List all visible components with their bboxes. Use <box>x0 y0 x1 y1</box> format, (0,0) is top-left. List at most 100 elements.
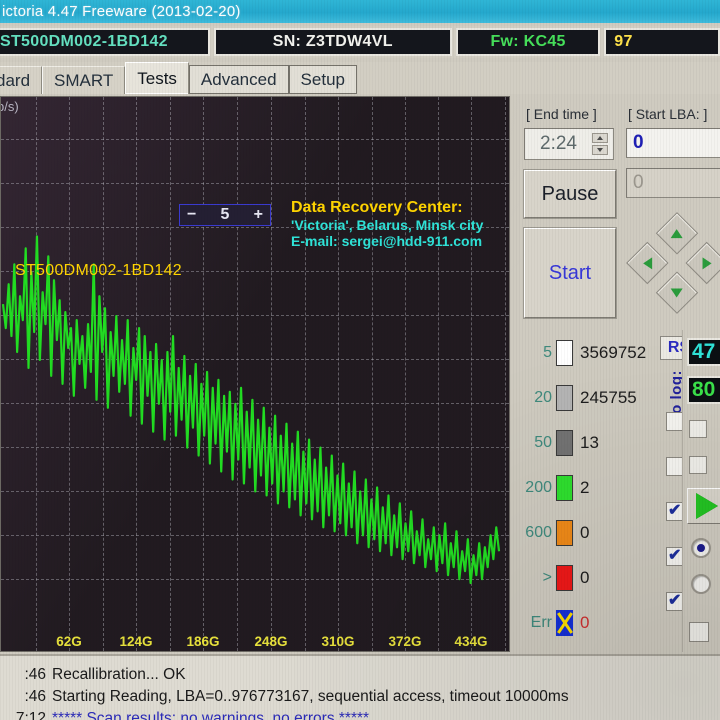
far-checkbox-2[interactable] <box>689 456 707 474</box>
far-checkbox-3[interactable] <box>689 622 709 642</box>
dpad-up-button[interactable] <box>655 212 699 255</box>
end-time-stepper[interactable]: 2:24 <box>524 128 614 160</box>
legend-block-count: 0 <box>580 568 590 587</box>
far-checkbox-1[interactable] <box>689 420 707 438</box>
start-lba-input[interactable]: 0 <box>626 128 720 158</box>
victoria-app-window: ictoria 4.47 Freeware (2013-02-20) ST500… <box>0 0 720 720</box>
legend-block-count: 2 <box>580 478 590 497</box>
zoom-plus-button[interactable]: + <box>254 207 263 223</box>
end-time-spinner-arrows[interactable] <box>592 131 610 157</box>
dpad-left-button[interactable] <box>626 241 669 285</box>
legend-color-swatch <box>556 475 573 501</box>
readout-b: 80 <box>687 376 720 404</box>
legend-color-swatch <box>556 385 573 411</box>
end-lba-input[interactable]: 0 <box>626 168 720 198</box>
graph-model-overlay: ST500DM002-1BD142 <box>15 262 182 279</box>
window-title: ictoria 4.47 Freeware (2013-02-20) <box>2 3 241 20</box>
legend-block-count: 0 <box>580 613 590 632</box>
current-speed-value: 2,7 MB/s <box>229 649 301 651</box>
log-message: ***** Scan results: no warnings, no erro… <box>52 710 370 720</box>
tab-setup[interactable]: Setup <box>288 65 357 94</box>
legend-threshold-label: 600 <box>525 524 552 541</box>
legend-block-count: 0 <box>580 523 590 542</box>
graph-y-axis-label: b/s) <box>1 99 19 114</box>
legend-threshold-label: 200 <box>525 479 552 496</box>
arrow-left-icon <box>642 257 652 269</box>
log-output-area[interactable]: :46 Recallibration... OK :46 Starting Readi… <box>0 654 720 720</box>
window-titlebar: ictoria 4.47 Freeware (2013-02-20) <box>0 0 720 23</box>
graph-x-axis-ticks: 62G 124G 186G 248G 310G 372G 434G <box>1 631 509 649</box>
start-lba-label: [ Start LBA: ] <box>628 106 708 122</box>
log-line: 7:12 ***** Scan results: no warnings, no … <box>0 708 720 720</box>
main-tabbar: dard SMART Tests Advanced Setup <box>0 62 720 94</box>
mode-radio-1[interactable] <box>691 538 711 558</box>
tab-smart[interactable]: SMART <box>42 66 126 94</box>
spinner-up-icon[interactable] <box>592 133 608 143</box>
far-right-panel: 47 80 <box>682 330 720 652</box>
navigation-dpad[interactable] <box>626 212 720 314</box>
x-axis-tick-label: 62G <box>56 634 82 649</box>
trace-path <box>1 235 501 585</box>
x-axis-tick-label: 372G <box>388 634 422 649</box>
legend-threshold-label: 50 <box>534 434 552 451</box>
legend-threshold-label: > <box>542 569 552 586</box>
test-controls-panel: [ End time ] [ Start LBA: ] 2:24 Pause S… <box>514 96 720 328</box>
legend-threshold-label: 5 <box>543 344 552 361</box>
watermark-line-1: Data Recovery Center: <box>291 199 463 216</box>
legend-block-count: 13 <box>580 433 599 452</box>
mode-radio-2[interactable] <box>691 574 711 594</box>
arrow-right-icon <box>702 257 712 269</box>
log-message: Recallibration... OK <box>52 666 186 683</box>
graph-zoom-control[interactable]: − 5 + <box>179 204 271 226</box>
tab-tests[interactable]: Tests <box>125 62 189 94</box>
drive-firmware-field: Fw: KC45 <box>455 28 601 56</box>
watermark-line-3: E-mail: sergei@hdd-911.com <box>291 233 483 249</box>
log-timestamp: :46 <box>24 666 46 683</box>
x-axis-tick-label: 434G <box>454 634 488 649</box>
tab-advanced[interactable]: Advanced <box>188 65 289 94</box>
legend-color-swatch <box>556 565 573 591</box>
x-axis-tick-label: 186G <box>186 634 220 649</box>
log-timestamp: 7:12 <box>15 710 46 720</box>
legend-threshold-label: Err <box>530 614 552 631</box>
read-speed-trace <box>1 235 501 585</box>
readout-a: 47 <box>687 338 720 366</box>
legend-threshold-label: 20 <box>534 389 552 406</box>
drive-info-strip: ST500DM002-1BD142 SN: Z3TDW4VL Fw: KC45 … <box>0 26 720 58</box>
log-line: :46 Recallibration... OK <box>0 664 720 686</box>
pause-button[interactable]: Pause <box>523 169 617 219</box>
tab-dard[interactable]: dard <box>0 66 43 94</box>
log-timestamp: :46 <box>24 688 46 705</box>
zoom-minus-button[interactable]: − <box>187 207 196 223</box>
drive-lba-count-field: 97 <box>604 28 720 56</box>
arrow-down-icon <box>671 288 683 298</box>
drive-model-field: ST500DM002-1BD142 <box>0 28 210 56</box>
scan-graph-panel[interactable]: 62G 124G 186G 248G 310G 372G 434G b/s) − 5 + D… <box>0 96 510 652</box>
spinner-down-icon[interactable] <box>592 145 608 155</box>
x-axis-tick-label: 124G <box>119 634 153 649</box>
drive-serial-field: SN: Z3TDW4VL <box>213 28 452 56</box>
data-recovery-center-watermark: Data Recovery Center: 'Victoria', Belaru… <box>291 199 484 250</box>
play-button[interactable] <box>687 488 720 524</box>
arrow-up-icon <box>671 228 683 238</box>
watermark-line-2: 'Victoria', Belarus, Minsk city <box>291 216 484 233</box>
log-line: :46 Starting Reading, LBA=0..976773167, s… <box>0 686 720 708</box>
end-time-value: 2:24 <box>540 133 577 154</box>
x-axis-tick-label: 248G <box>254 634 288 649</box>
start-button[interactable]: Start <box>523 227 617 319</box>
legend-block-count: 245755 <box>580 388 637 407</box>
log-message: Starting Reading, LBA=0..976773167, sequ… <box>52 688 569 705</box>
legend-color-swatch <box>556 430 573 456</box>
error-marker-icon <box>556 610 573 636</box>
end-time-label: [ End time ] <box>526 106 597 122</box>
dpad-down-button[interactable] <box>655 271 699 314</box>
graph-speed-readout: 2,7 MB/s 101504 MB <box>229 649 301 651</box>
x-axis-tick-label: 310G <box>321 634 355 649</box>
zoom-level-value: 5 <box>220 206 230 223</box>
legend-color-swatch <box>556 340 573 366</box>
graph-plot-area[interactable]: 62G 124G 186G 248G 310G 372G 434G <box>1 97 509 651</box>
play-icon <box>696 493 718 519</box>
legend-color-swatch <box>556 520 573 546</box>
dpad-right-button[interactable] <box>685 241 720 285</box>
legend-block-count: 3569752 <box>580 343 647 362</box>
